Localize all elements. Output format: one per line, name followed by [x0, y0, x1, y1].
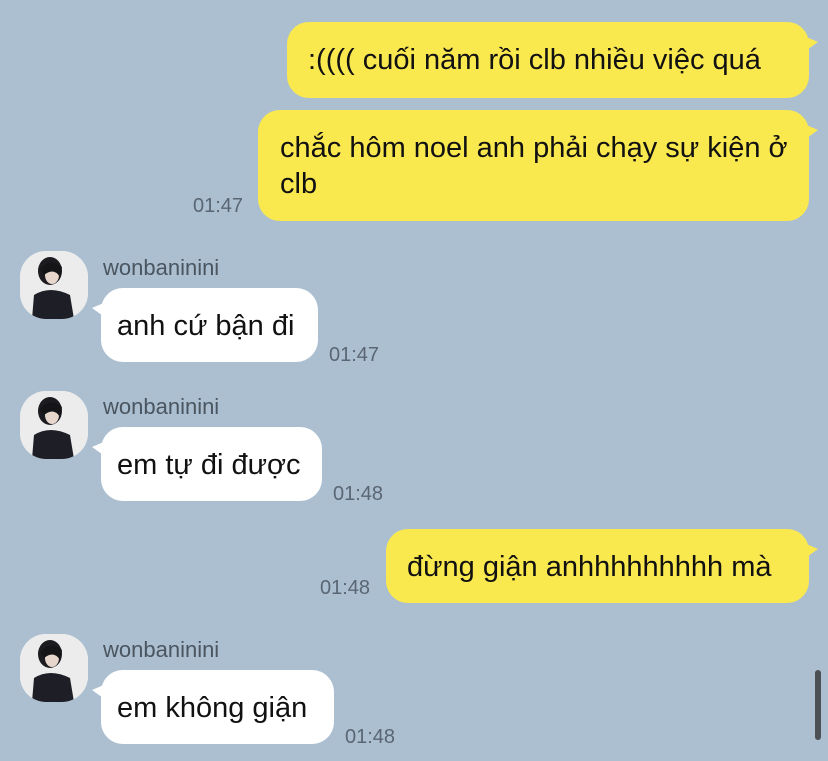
message-text: đừng giận anhhhhhhhhh mà	[407, 551, 772, 583]
message-time: 01:48	[320, 577, 371, 599]
message-bubble-outgoing[interactable]: đừng giận anhhhhhhhhh mà	[386, 529, 818, 603]
message-text: anh cứ bận đi	[117, 310, 295, 342]
message-text: chắc hôm noel anh phải chạy sự kiện ở cl…	[280, 132, 788, 200]
message-bubble-outgoing[interactable]: :(((( cuối năm rồi clb nhiều việc quá	[287, 22, 818, 98]
message-text: :(((( cuối năm rồi clb nhiều việc quá	[308, 44, 761, 76]
sender-name: wonbaninini	[103, 255, 220, 280]
user-avatar-icon[interactable]	[20, 391, 88, 459]
message-time: 01:47	[329, 344, 380, 366]
message-bubble-outgoing[interactable]: chắc hôm noel anh phải chạy sự kiện ở cl…	[258, 110, 818, 221]
scrollbar-thumb[interactable]	[815, 670, 821, 740]
message-time: 01:48	[345, 726, 396, 748]
message-time: 01:48	[333, 483, 384, 505]
message-text: em không giận	[117, 692, 308, 724]
sender-name: wonbaninini	[103, 394, 220, 419]
avatar-image	[20, 391, 88, 459]
message-bubble-incoming[interactable]: anh cứ bận đi	[92, 288, 318, 362]
message-text: em tự đi được	[117, 449, 301, 481]
message-time: 01:47	[193, 195, 244, 217]
avatar-image	[20, 634, 88, 702]
user-avatar-icon[interactable]	[20, 251, 88, 319]
sender-name: wonbaninini	[103, 637, 220, 662]
user-avatar-icon[interactable]	[20, 634, 88, 702]
message-bubble-incoming[interactable]: em tự đi được	[92, 427, 322, 501]
avatar-image	[20, 251, 88, 319]
message-bubble-incoming[interactable]: em không giận	[92, 670, 334, 744]
chat-view[interactable]: :(((( cuối năm rồi clb nhiều việc quá ch…	[0, 0, 828, 761]
